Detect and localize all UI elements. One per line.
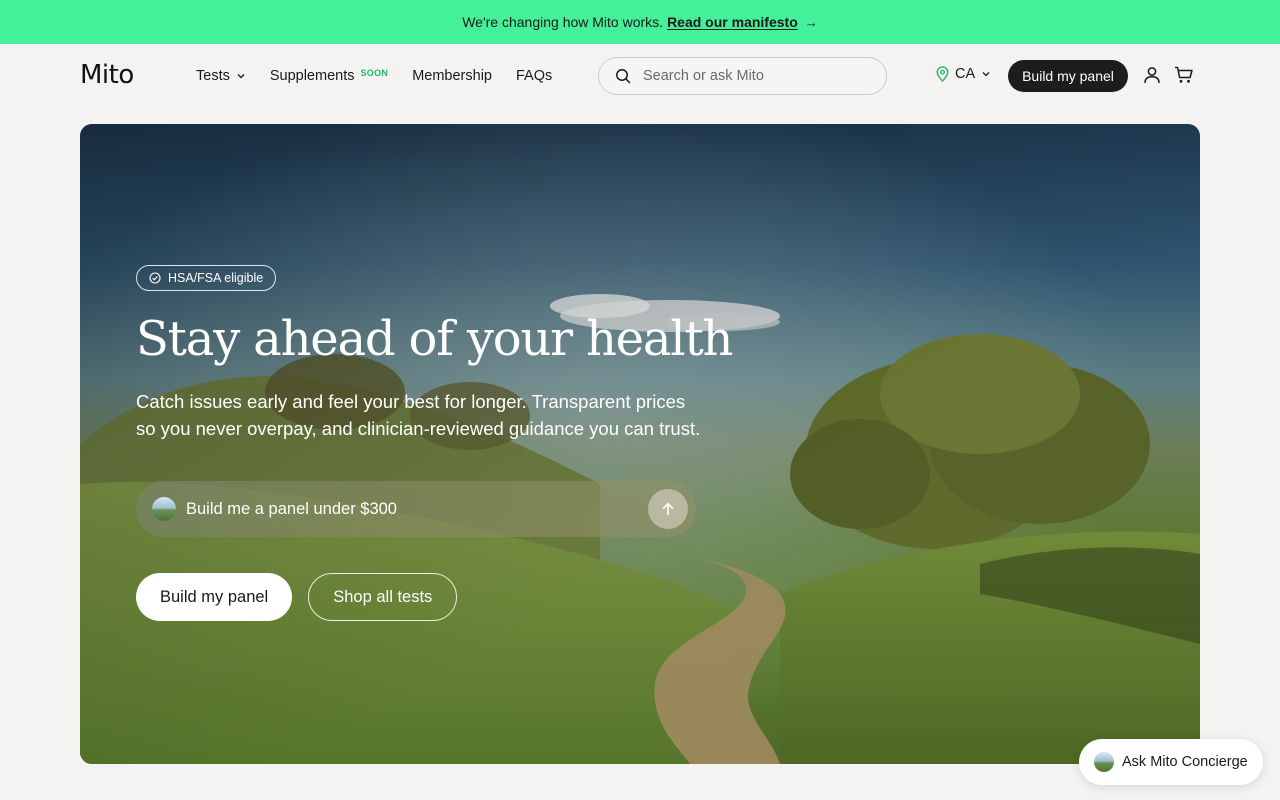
check-circle-icon [149,272,161,284]
search-bar[interactable] [598,57,887,95]
region-selector[interactable]: CA [936,66,991,82]
chevron-down-icon [237,74,245,79]
hsa-fsa-badge: HSA/FSA eligible [136,265,277,291]
hero-subtitle: Catch issues early and feel your best fo… [136,388,716,442]
mito-orb-icon [1094,752,1114,772]
nav-item-label: Membership [412,68,492,84]
hero-content: HSA/FSA eligible Stay ahead of your heal… [136,265,756,442]
arrow-up-icon [662,502,674,516]
hero-title: Stay ahead of your health [136,311,733,367]
soon-badge: SOON [360,68,389,78]
build-panel-button[interactable]: Build my panel [136,573,293,621]
ask-concierge-button[interactable]: Ask Mito Concierge [1079,739,1263,785]
region-label: CA [955,66,976,82]
nav-item-faqs[interactable]: FAQs [516,68,552,84]
nav-item-supplements[interactable]: Supplements SOON [270,68,388,84]
account-button[interactable] [1141,64,1163,86]
announcement-bar: We're changing how Mito works. Read our … [0,0,1280,44]
mito-logo[interactable]: Mito [80,60,134,90]
location-pin-icon [936,66,949,82]
prompt-text: Build me a panel under $300 [186,499,397,518]
hero-section: HSA/FSA eligible Stay ahead of your heal… [80,124,1200,764]
site-header: Mito Tests Supplements SOON Membership F… [0,44,1280,108]
ai-prompt-bar[interactable]: Build me a panel under $300 [136,481,696,537]
build-panel-header-button[interactable]: Build my panel [1008,60,1128,92]
announcement-text: We're changing how Mito works. [462,14,664,30]
shop-all-tests-button[interactable]: Shop all tests [308,573,458,621]
concierge-label: Ask Mito Concierge [1122,754,1248,770]
user-icon [1144,67,1160,84]
nav-item-label: FAQs [515,68,553,84]
arrow-right-icon: → [804,14,818,30]
cart-icon [1175,66,1193,83]
send-prompt-button[interactable] [648,489,688,529]
nav-item-membership[interactable]: Membership [412,68,492,84]
hero-subtitle-line: so you never overpay, and clinician-revi… [136,417,701,439]
nav-item-label: Tests [196,68,230,84]
nav-item-label: Supplements [269,68,355,84]
mito-orb-icon [152,497,176,521]
hero-buttons: Build my panel Shop all tests [136,573,458,621]
manifesto-link[interactable]: Read our manifesto [667,14,798,30]
search-icon [616,69,631,84]
hero-subtitle-line: Catch issues early and feel your best fo… [136,390,686,412]
badge-label: HSA/FSA eligible [168,271,264,285]
nav-item-tests[interactable]: Tests [196,68,246,84]
search-input[interactable] [643,68,863,84]
hero-landscape-image [80,124,1200,764]
main-nav: Tests Supplements SOON Membership FAQs [196,44,552,108]
cart-button[interactable] [1173,64,1195,86]
chevron-down-icon [982,72,990,77]
